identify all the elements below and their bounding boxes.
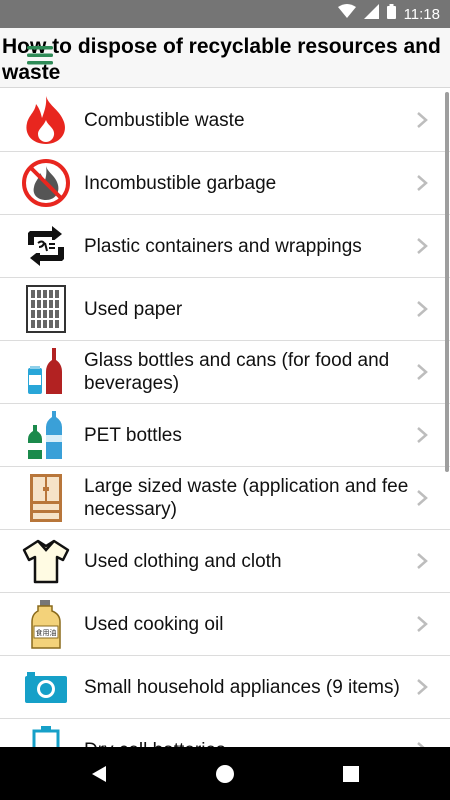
- list-item-label: Incombustible garbage: [84, 172, 277, 194]
- chevron-right-icon: [416, 426, 428, 444]
- list-item-used-cooking-oil[interactable]: 食用油 Used cooking oil: [0, 593, 450, 656]
- paper-icon: [20, 283, 72, 335]
- plastic-recycle-icon: [20, 220, 72, 272]
- fire-icon: [20, 94, 72, 146]
- cabinet-icon: [20, 472, 72, 524]
- list-item-label: Used clothing and cloth: [84, 550, 282, 572]
- battery-cell-icon: [20, 724, 72, 747]
- chevron-right-icon: [416, 174, 428, 192]
- list-item-incombustible-garbage[interactable]: Incombustible garbage: [0, 152, 450, 215]
- camera-icon: [20, 661, 72, 713]
- list-item-combustible-waste[interactable]: Combustible waste: [0, 89, 450, 152]
- no-fire-icon: [20, 157, 72, 209]
- chevron-right-icon: [416, 615, 428, 633]
- chevron-right-icon: [416, 678, 428, 696]
- list-item-used-paper[interactable]: Used paper: [0, 278, 450, 341]
- list-item-label: Dry cell batteries: [84, 739, 414, 748]
- scrollbar[interactable]: [445, 92, 449, 472]
- list-item-small-appliances[interactable]: Small household appliances (9 items): [0, 656, 450, 719]
- list-item-glass-bottles-cans[interactable]: Glass bottles and cans (for food and bev…: [0, 341, 450, 404]
- shirt-icon: [20, 535, 72, 587]
- list-item-label: Combustible waste: [84, 109, 245, 131]
- wifi-icon: [337, 4, 356, 24]
- pet-bottle-icon: [20, 409, 72, 461]
- chevron-right-icon: [416, 111, 428, 129]
- chevron-right-icon: [416, 552, 428, 570]
- list-item-label: Used paper: [84, 298, 183, 320]
- list-item-label: Used cooking oil: [84, 613, 224, 635]
- chevron-right-icon: [416, 300, 428, 318]
- oil-label-text: 食用油: [36, 628, 57, 637]
- bottles-cans-icon: [20, 346, 72, 398]
- battery-icon: [386, 4, 396, 24]
- home-icon[interactable]: [214, 763, 236, 785]
- list-item-plastic-containers[interactable]: Plastic containers and wrappings: [0, 215, 450, 278]
- list-item-label: Small household appliances (9 items): [84, 676, 400, 698]
- category-list: Combustible waste Incombustible garbage: [0, 89, 450, 747]
- chevron-right-icon: [416, 363, 428, 381]
- signal-icon: [363, 4, 379, 24]
- list-item-label: Plastic containers and wrappings: [84, 235, 362, 257]
- hamburger-menu-icon[interactable]: [27, 44, 53, 66]
- app-header: How to dispose of recyclable resources a…: [0, 28, 450, 88]
- back-icon[interactable]: [88, 763, 110, 785]
- recents-icon[interactable]: [340, 763, 362, 785]
- list-item-label: PET bottles: [84, 424, 182, 446]
- list-item-pet-bottles[interactable]: PET bottles: [0, 404, 450, 467]
- status-bar: 11:18: [0, 0, 450, 28]
- list-item-large-sized-waste[interactable]: Large sized waste (application and fee n…: [0, 467, 450, 530]
- oil-bottle-icon: 食用油: [20, 598, 72, 650]
- list-item-dry-cell-batteries[interactable]: Dry cell batteries: [0, 719, 450, 747]
- page-title: How to dispose of recyclable resources a…: [2, 35, 441, 84]
- list-item-used-clothing[interactable]: Used clothing and cloth: [0, 530, 450, 593]
- list-item-label: Large sized waste (application and fee n…: [84, 476, 409, 520]
- navigation-bar: [0, 747, 450, 800]
- chevron-right-icon: [416, 489, 428, 507]
- status-time: 11:18: [403, 5, 440, 23]
- list-item-label: Glass bottles and cans (for food and bev…: [84, 350, 390, 394]
- chevron-right-icon: [416, 237, 428, 255]
